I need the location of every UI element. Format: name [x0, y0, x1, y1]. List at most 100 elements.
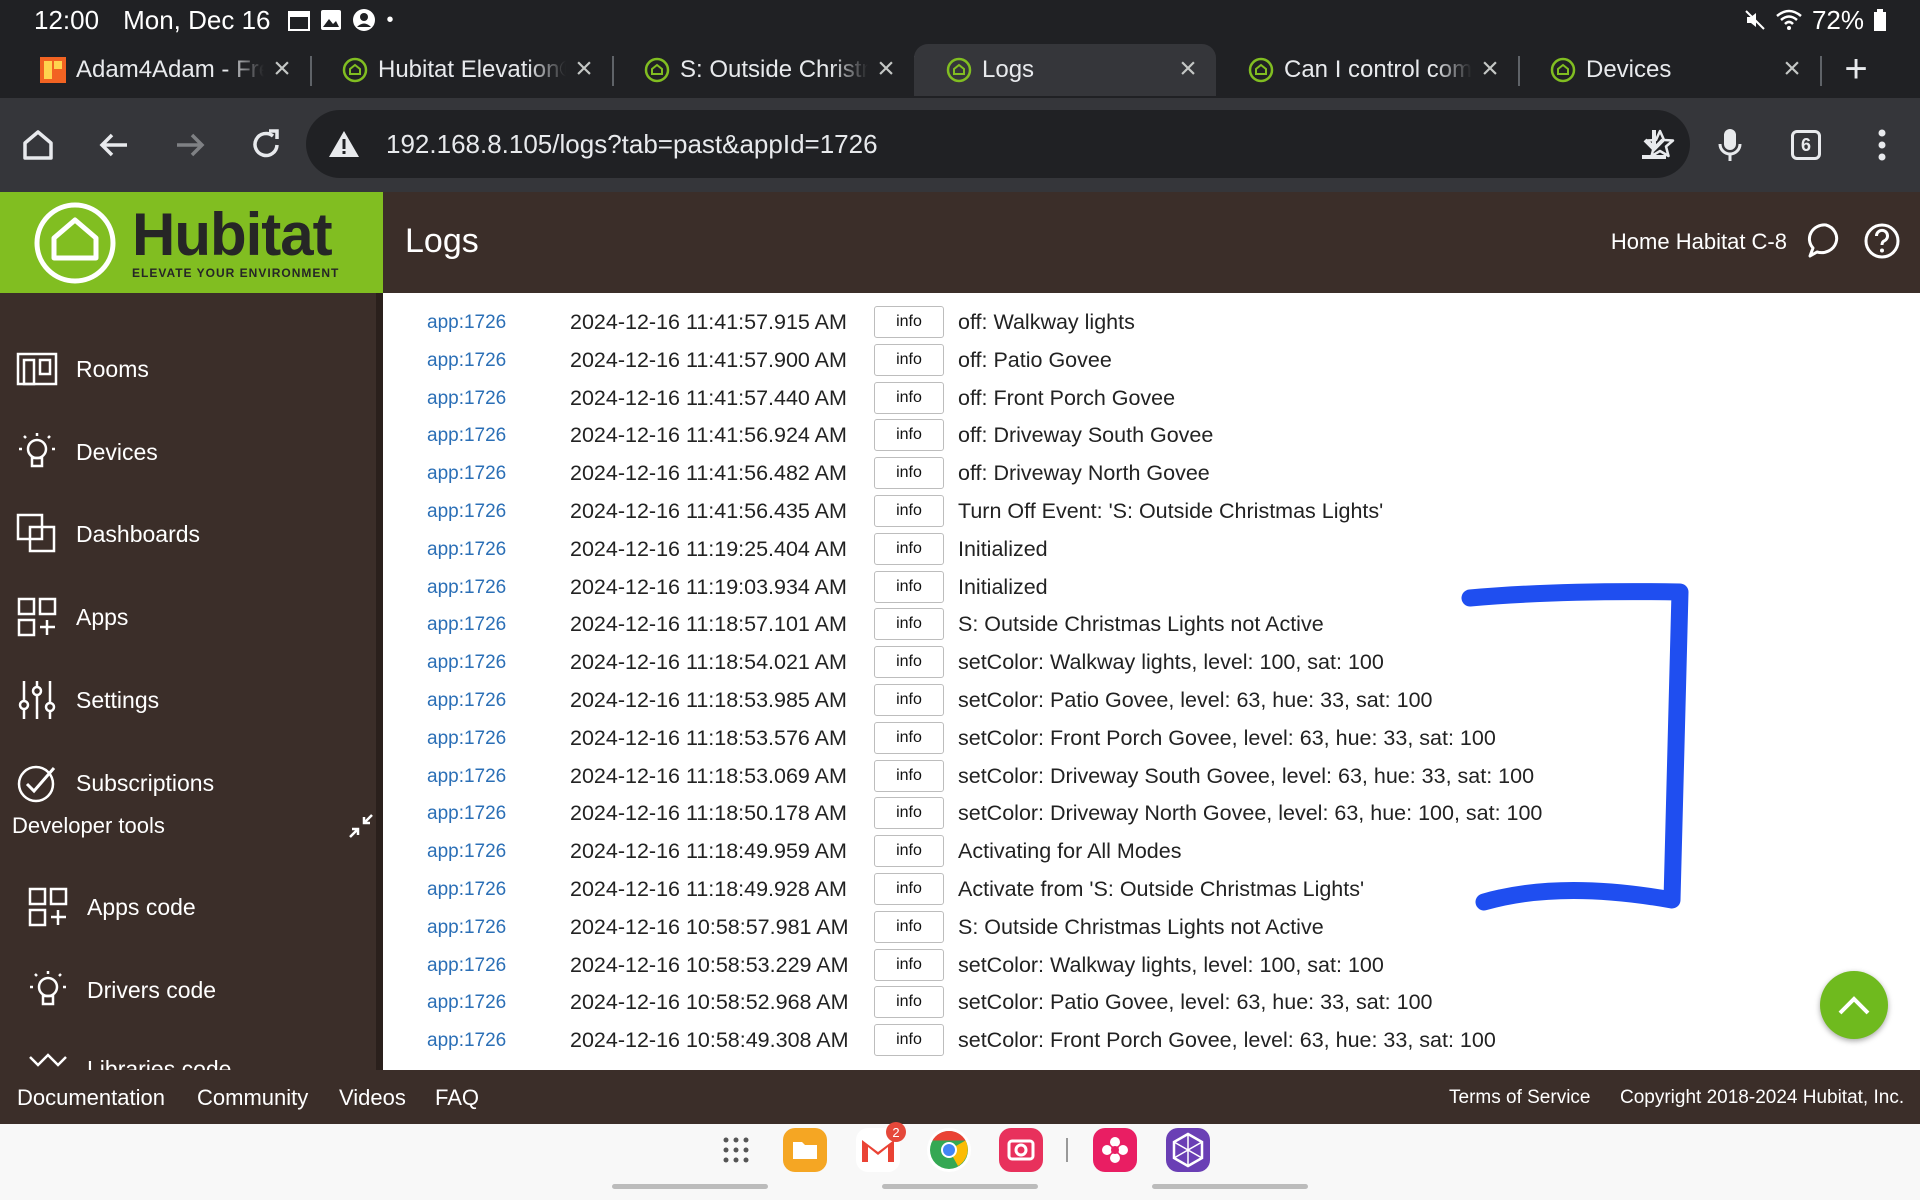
wifi-icon: [1776, 9, 1802, 30]
address-bar[interactable]: 192.168.8.105/logs?tab=past&appId=1726: [306, 110, 1690, 178]
log-app-link[interactable]: app:1726: [427, 917, 506, 939]
reload-button[interactable]: [228, 107, 304, 183]
flower-app-icon[interactable]: [1093, 1128, 1137, 1172]
tab-hubitat-elevation[interactable]: Hubitat Elevation® M ×: [310, 44, 614, 96]
app-drawer-icon[interactable]: [722, 1136, 750, 1164]
log-app-link[interactable]: app:1726: [427, 955, 506, 977]
log-app-link[interactable]: app:1726: [427, 350, 506, 372]
log-level-badge[interactable]: info: [874, 343, 944, 376]
footer-link-documentation[interactable]: Documentation: [17, 1085, 165, 1111]
collapse-arrows-icon[interactable]: [346, 811, 376, 841]
log-app-link[interactable]: app:1726: [427, 501, 506, 523]
forward-button[interactable]: [152, 107, 228, 183]
log-app-link[interactable]: app:1726: [427, 577, 506, 599]
close-icon[interactable]: ×: [874, 54, 898, 84]
sidebar-item-apps[interactable]: Apps: [14, 593, 128, 641]
log-app-link[interactable]: app:1726: [427, 992, 506, 1014]
home-button[interactable]: [0, 107, 76, 183]
log-app-link[interactable]: app:1726: [427, 879, 506, 901]
taskbar-handle[interactable]: [1152, 1184, 1308, 1189]
sidebar-item-libraries-code[interactable]: Libraries code: [25, 1045, 231, 1070]
log-level-badge[interactable]: info: [874, 646, 944, 679]
log-timestamp: 2024-12-16 11:41:56.924 AM: [570, 423, 847, 448]
gmail-app-icon[interactable]: 2: [856, 1122, 906, 1172]
chrome-app-icon[interactable]: [927, 1128, 971, 1172]
log-app-link[interactable]: app:1726: [427, 728, 506, 750]
sidebar-item-subscriptions[interactable]: Subscriptions: [14, 759, 214, 807]
sidebar-item-devices[interactable]: Devices: [14, 428, 158, 476]
new-tab-button[interactable]: +: [1826, 40, 1886, 98]
sidebar-scrollbar[interactable]: [376, 293, 383, 1070]
log-app-link[interactable]: app:1726: [427, 614, 506, 636]
close-icon[interactable]: ×: [1176, 54, 1200, 84]
tab-devices[interactable]: Devices ×: [1518, 44, 1822, 96]
close-icon[interactable]: ×: [1780, 54, 1804, 84]
sidebar-item-settings[interactable]: Settings: [14, 676, 159, 724]
footer-link-faq[interactable]: FAQ: [435, 1085, 479, 1111]
log-app-link[interactable]: app:1726: [427, 312, 506, 334]
log-level-badge[interactable]: info: [874, 306, 944, 338]
log-app-link[interactable]: app:1726: [427, 766, 506, 788]
log-level-badge[interactable]: info: [874, 570, 944, 603]
log-level-badge[interactable]: info: [874, 721, 944, 754]
log-level-badge[interactable]: info: [874, 684, 944, 716]
log-app-link[interactable]: app:1726: [427, 388, 506, 410]
close-icon[interactable]: ×: [572, 54, 596, 84]
log-app-link[interactable]: app:1726: [427, 1030, 506, 1052]
log-app-link[interactable]: app:1726: [427, 690, 506, 712]
close-icon[interactable]: ×: [1478, 54, 1502, 84]
hubitat-logo[interactable]: Hubitat ELEVATE YOUR ENVIRONMENT: [0, 192, 383, 293]
log-app-link[interactable]: app:1726: [427, 803, 506, 825]
tab-outside-christmas[interactable]: S: Outside Christmas ×: [612, 44, 916, 96]
back-button[interactable]: [76, 107, 152, 183]
tab-switcher-button[interactable]: 6: [1768, 107, 1844, 183]
log-app-link[interactable]: app:1726: [427, 463, 506, 485]
taskbar-handle[interactable]: [612, 1184, 768, 1189]
log-level-badge[interactable]: info: [874, 910, 944, 943]
log-row: app:1726 2024-12-16 10:58:49.308 AM info se…: [405, 1023, 1895, 1061]
download-button[interactable]: [1616, 107, 1692, 183]
log-level-badge[interactable]: info: [874, 532, 944, 565]
log-level-badge[interactable]: info: [874, 835, 944, 868]
log-level-badge[interactable]: info: [874, 797, 944, 830]
files-app-icon[interactable]: [783, 1128, 827, 1172]
camera-app-icon[interactable]: [999, 1128, 1043, 1172]
ingress-app-icon[interactable]: [1166, 1128, 1210, 1172]
tab-adam4adam[interactable]: Adam4Adam - Free c ×: [8, 44, 312, 96]
log-level-badge[interactable]: info: [874, 419, 944, 452]
scroll-to-top-button[interactable]: [1820, 971, 1888, 1039]
log-app-link[interactable]: app:1726: [427, 539, 506, 561]
log-level-badge[interactable]: info: [874, 1024, 944, 1057]
hub-name[interactable]: Home Habitat C-8: [1611, 229, 1787, 255]
not-secure-warning-icon[interactable]: [328, 130, 360, 158]
developer-tools-heading[interactable]: Developer tools: [12, 813, 165, 839]
log-app-link[interactable]: app:1726: [427, 425, 506, 447]
footer-link-videos[interactable]: Videos: [339, 1085, 406, 1111]
sidebar-item-dashboards[interactable]: Dashboards: [14, 510, 200, 558]
close-icon[interactable]: ×: [270, 54, 294, 84]
voice-search-button[interactable]: [1692, 107, 1768, 183]
log-level-badge[interactable]: info: [874, 381, 944, 414]
taskbar-handle[interactable]: [882, 1184, 1038, 1189]
tab-logs[interactable]: Logs ×: [914, 44, 1216, 96]
log-app-link[interactable]: app:1726: [427, 652, 506, 674]
sidebar-item-rooms[interactable]: Rooms: [14, 345, 149, 393]
log-level-badge[interactable]: info: [874, 495, 944, 527]
log-level-badge[interactable]: info: [874, 608, 944, 641]
footer-link-terms[interactable]: Terms of Service: [1449, 1087, 1590, 1109]
help-icon[interactable]: [1862, 221, 1902, 261]
footer-link-community[interactable]: Community: [197, 1085, 308, 1111]
log-level-badge[interactable]: info: [874, 948, 944, 981]
log-level-badge[interactable]: info: [874, 759, 944, 792]
url-text[interactable]: 192.168.8.105/logs?tab=past&appId=1726: [386, 129, 1630, 160]
sidebar-item-drivers-code[interactable]: Drivers code: [25, 966, 216, 1014]
chat-bubble-icon[interactable]: [1806, 221, 1846, 261]
log-level-badge[interactable]: info: [874, 457, 944, 490]
log-app-link[interactable]: app:1726: [427, 841, 506, 863]
tab-can-i-control[interactable]: Can I control comple ×: [1216, 44, 1520, 96]
browser-menu-button[interactable]: [1844, 107, 1920, 183]
log-timestamp: 2024-12-16 10:58:52.968 AM: [570, 990, 849, 1015]
log-level-badge[interactable]: info: [874, 986, 944, 1019]
log-level-badge[interactable]: info: [874, 873, 944, 905]
sidebar-item-apps-code[interactable]: Apps code: [25, 883, 196, 931]
